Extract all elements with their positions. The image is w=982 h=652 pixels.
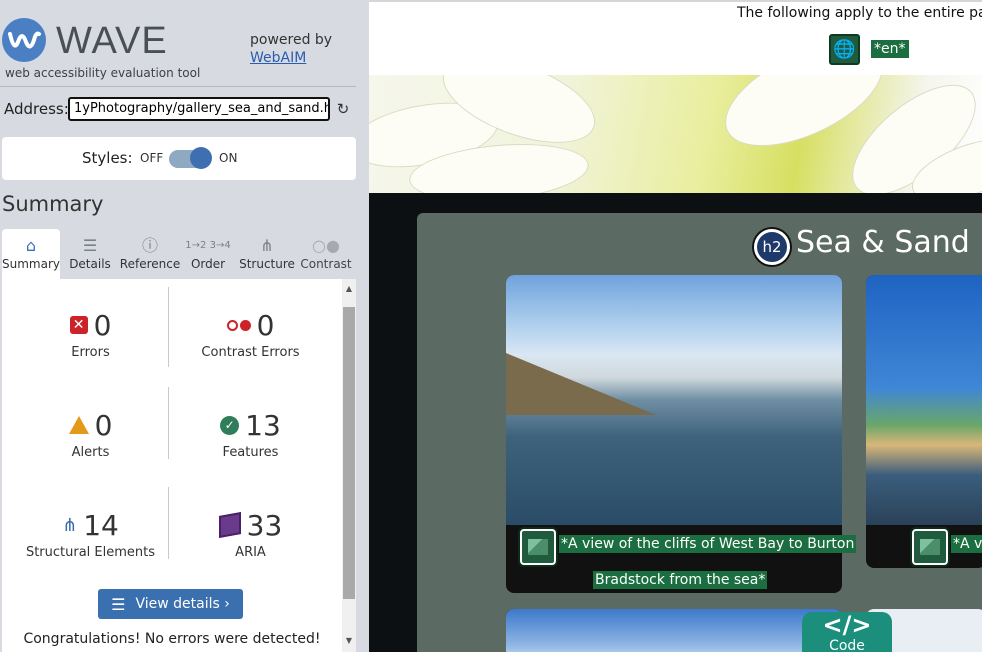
tab-order[interactable]: 1→2 3→4 Order — [184, 229, 232, 279]
errors-stat[interactable]: ✕ 0 Errors — [8, 307, 173, 360]
tab-summary[interactable]: ⌂ Summary — [2, 229, 60, 279]
alerts-stat[interactable]: 0 Alerts — [8, 407, 173, 460]
info-icon: ⓘ — [141, 236, 158, 255]
contrast-errors-label: Contrast Errors — [201, 345, 300, 360]
contrast-icon: ○● — [312, 236, 340, 255]
structural-label: Structural Elements — [25, 545, 156, 560]
structural-stat[interactable]: ⋔ 14 Structural Elements — [8, 507, 173, 561]
contrast-errors-count: 0 — [256, 308, 275, 342]
errors-count: 0 — [93, 308, 112, 342]
tab-bar: ⌂ Summary ☰ Details ⓘ Reference 1→2 3→4 … — [2, 229, 356, 279]
summary-panel: ✕ 0 Errors 0 Contrast Errors 0 Alerts ✓ … — [2, 279, 356, 652]
hierarchy-icon: ⋔ — [260, 236, 274, 255]
evaluated-page: The following apply to the entire page 🌐… — [369, 0, 982, 652]
gallery-card — [506, 609, 842, 652]
alt-text-label: Bradstock from the sea* — [593, 571, 768, 589]
aria-count: 33 — [246, 508, 283, 542]
list-icon: ☰ — [82, 236, 98, 255]
scrollbar-thumb[interactable] — [343, 307, 355, 599]
tab-structure[interactable]: ⋔ Structure — [238, 229, 296, 279]
banner-image — [369, 75, 982, 193]
features-label: Features — [222, 445, 279, 460]
contrast-errors-stat[interactable]: 0 Contrast Errors — [168, 307, 333, 361]
styles-label: Styles: — [82, 149, 133, 167]
h2-heading-icon[interactable]: h2 — [754, 229, 790, 265]
tab-details-label: Details — [69, 257, 111, 271]
powered-by: powered by WebAIM — [250, 32, 332, 66]
aria-label: ARIA — [235, 545, 266, 560]
code-icon: </> — [822, 611, 872, 639]
wave-sidebar: WAVE web accessibility evaluation tool p… — [0, 0, 369, 652]
image-alt-icon[interactable] — [520, 529, 556, 565]
page-level-info: The following apply to the entire page 🌐… — [369, 0, 982, 75]
styles-on-label: ON — [219, 151, 238, 165]
features-count: 13 — [245, 408, 281, 442]
alert-icon — [68, 416, 89, 434]
sea-photo[interactable] — [506, 275, 842, 525]
tab-structure-label: Structure — [239, 257, 295, 271]
panel-title: Summary — [2, 192, 104, 216]
code-label: Code — [829, 638, 865, 652]
errors-label: Errors — [71, 345, 110, 360]
divider — [0, 86, 356, 87]
refresh-icon[interactable]: ↻ — [334, 100, 352, 118]
wave-logo-icon — [2, 18, 46, 62]
address-label: Address: — [4, 100, 69, 118]
scroll-up-icon[interactable]: ▲ — [342, 283, 356, 295]
styles-toggle-knob[interactable] — [190, 147, 212, 169]
powered-by-text: powered by — [250, 32, 333, 48]
tab-details[interactable]: ☰ Details — [62, 229, 118, 279]
apply-notice: The following apply to the entire page — [737, 5, 982, 21]
styles-off-label: OFF — [140, 151, 164, 165]
congrats-message: Congratulations! No errors were detected… — [23, 631, 321, 647]
wave-tagline: web accessibility evaluation tool — [5, 66, 201, 80]
view-details-button[interactable]: ☰ View details › — [98, 589, 243, 619]
tab-reference[interactable]: ⓘ Reference — [118, 229, 182, 279]
structural-count: 14 — [83, 508, 119, 542]
error-icon: ✕ — [69, 316, 88, 334]
styles-toggle-box: Styles: OFF ON — [2, 137, 356, 180]
alt-text-label: *A view of the cliffs of West Bay to Bur… — [559, 535, 857, 553]
tab-summary-label: Summary — [2, 257, 60, 271]
gallery-card — [866, 275, 982, 568]
section-heading: Sea & Sand — [796, 225, 970, 260]
tab-contrast[interactable]: ○● Contrast — [298, 229, 354, 279]
order-icon: 1→2 3→4 — [185, 240, 231, 251]
contrast-error-icon — [226, 319, 251, 331]
view-details-label: View details › — [135, 596, 230, 612]
features-stat[interactable]: ✓ 13 Features — [168, 407, 333, 460]
image-alt-icon[interactable] — [912, 529, 948, 565]
code-toggle-button[interactable]: </> Code — [802, 612, 892, 652]
beach-photo[interactable] — [866, 275, 982, 525]
scroll-down-icon[interactable]: ▼ — [342, 635, 356, 647]
address-input[interactable]: 1yPhotography/gallery_sea_and_sand.html — [68, 97, 330, 121]
wave-logo: WAVE web accessibility evaluation tool p… — [0, 14, 360, 84]
aria-icon — [218, 512, 241, 538]
aria-stat[interactable]: 33 ARIA — [168, 507, 333, 560]
alerts-label: Alerts — [71, 445, 110, 460]
wave-logo-text: WAVE — [56, 20, 168, 62]
address-bar: Address: 1yPhotography/gallery_sea_and_s… — [4, 97, 356, 121]
tab-reference-label: Reference — [119, 257, 181, 271]
tab-order-label: Order — [190, 257, 226, 271]
alt-text-label: *A vi — [951, 535, 982, 553]
language-tag[interactable]: *en* — [871, 40, 909, 58]
home-icon: ⌂ — [25, 236, 37, 255]
list-icon: ☰ — [111, 594, 126, 614]
language-icon[interactable]: 🌐 — [829, 34, 860, 65]
tab-contrast-label: Contrast — [300, 257, 352, 271]
alerts-count: 0 — [94, 408, 113, 442]
structure-icon: ⋔ — [62, 514, 78, 536]
feature-check-icon: ✓ — [220, 415, 240, 435]
sky-photo[interactable] — [506, 609, 842, 652]
cliff-shape — [506, 353, 656, 415]
webaim-link[interactable]: WebAIM — [250, 50, 332, 66]
